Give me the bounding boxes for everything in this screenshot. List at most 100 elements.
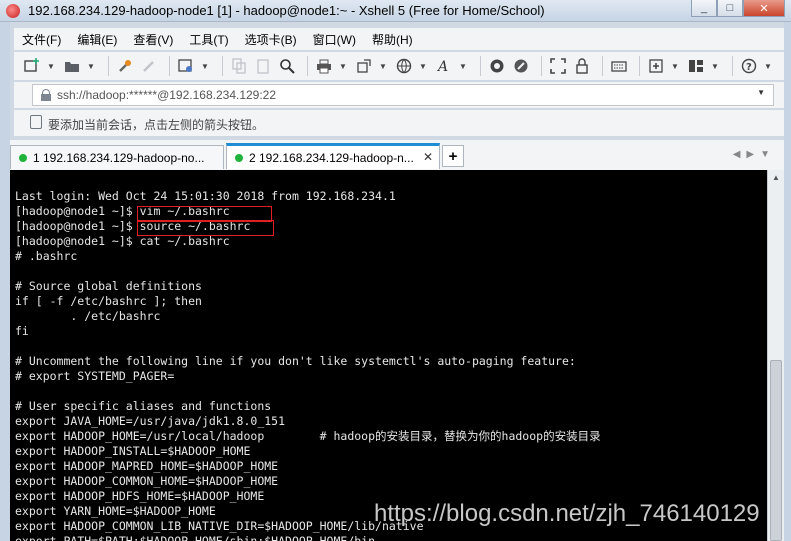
terminal-panel[interactable]: Last login: Wed Oct 24 15:01:30 2018 fro…	[10, 170, 767, 541]
terminal-line: # .bashrc	[15, 249, 78, 263]
toolbar-separator	[602, 56, 603, 76]
tab-label: 2 192.168.234.129-hadoop-n...	[249, 150, 414, 165]
terminal-output: Last login: Wed Oct 24 15:01:30 2018 fro…	[15, 189, 601, 541]
transfer-icon[interactable]	[354, 56, 374, 76]
chevron-down-icon[interactable]: ▼	[338, 56, 348, 76]
maximize-button[interactable]: □	[717, 0, 743, 17]
terminal-line: export PATH=$PATH:$HADOOP_HOME/sbin:$HAD…	[15, 534, 376, 541]
terminal-line: if [ -f /etc/bashrc ]; then	[15, 294, 202, 308]
terminal-line: [hadoop@node1 ~]$ vim ~/.bashrc	[15, 204, 230, 218]
scroll-up-icon[interactable]: ▲	[768, 170, 784, 186]
terminal-line: . /etc/bashrc	[15, 309, 161, 323]
terminal-line: export JAVA_HOME=/usr/java/jdk1.8.0_151	[15, 414, 286, 428]
help-icon[interactable]: ?	[739, 56, 759, 76]
globe-icon[interactable]	[394, 56, 414, 76]
window-controls: _ □ ✕	[691, 0, 785, 18]
menu-bar: 文件(F) 编辑(E) 查看(V) 工具(T) 选项卡(B) 窗口(W) 帮助(…	[14, 28, 784, 50]
toolbar-separator	[169, 56, 170, 76]
disconnect-icon[interactable]	[139, 56, 159, 76]
menu-file[interactable]: 文件(F)	[14, 31, 69, 48]
terminal-line: export HADOOP_INSTALL=$HADOOP_HOME	[15, 444, 251, 458]
properties-icon[interactable]	[176, 56, 196, 76]
terminal-line: Last login: Wed Oct 24 15:01:30 2018 fro…	[15, 189, 396, 203]
new-session-icon[interactable]	[22, 56, 42, 76]
window-title: 192.168.234.129-hadoop-node1 [1] - hadoo…	[28, 3, 545, 18]
terminal-line: # User specific aliases and functions	[15, 399, 272, 413]
scrollbar-thumb[interactable]	[770, 360, 782, 541]
toolbar-separator	[108, 56, 109, 76]
open-folder-icon[interactable]	[62, 56, 82, 76]
chevron-down-icon[interactable]: ▼	[86, 56, 96, 76]
terminal-line: # export SYSTEMD_PAGER=	[15, 369, 175, 383]
address-bar: ssh://hadoop:******@192.168.234.129:22 ▼	[14, 82, 784, 108]
new-tab-button[interactable]: +	[442, 145, 464, 167]
chevron-down-icon[interactable]: ▼	[418, 56, 428, 76]
keyboard-icon[interactable]	[609, 56, 629, 76]
menu-help[interactable]: 帮助(H)	[364, 31, 421, 48]
window-frame-left	[0, 22, 10, 541]
session-arrow-icon[interactable]	[30, 115, 42, 129]
chevron-down-icon[interactable]: ▼	[46, 56, 56, 76]
toolbar-separator	[222, 56, 223, 76]
xmanager-icon[interactable]	[511, 56, 531, 76]
lock-icon	[41, 89, 51, 101]
fullscreen-icon[interactable]	[548, 56, 568, 76]
menu-window[interactable]: 窗口(W)	[305, 31, 364, 48]
close-tab-icon[interactable]: ✕	[423, 150, 433, 164]
menu-view[interactable]: 查看(V)	[125, 31, 181, 48]
lock-icon[interactable]	[572, 56, 592, 76]
terminal-line: export HADOOP_COMMON_HOME=$HADOOP_HOME	[15, 474, 279, 488]
window-frame-right	[784, 22, 791, 541]
font-icon[interactable]: A	[434, 56, 454, 76]
hint-text: 要添加当前会话，点击左侧的箭头按钮。	[48, 118, 265, 132]
session-hint-bar: 要添加当前会话，点击左侧的箭头按钮。	[14, 110, 784, 136]
toolbar-separator	[480, 56, 481, 76]
toolbar-separator	[541, 56, 542, 76]
copy-icon[interactable]	[229, 56, 249, 76]
reconnect-icon[interactable]	[115, 56, 135, 76]
tab-session-1[interactable]: 1 192.168.234.129-hadoop-no...	[10, 145, 224, 169]
find-icon[interactable]	[277, 56, 297, 76]
paste-icon[interactable]	[253, 56, 273, 76]
tab-label: 1 192.168.234.129-hadoop-no...	[33, 150, 205, 165]
terminal-scrollbar[interactable]: ▲	[767, 170, 784, 541]
terminal-line: export HADOOP_MAPRED_HOME=$HADOOP_HOME	[15, 459, 279, 473]
connected-status-icon	[19, 153, 27, 162]
chevron-down-icon[interactable]: ▼	[378, 56, 388, 76]
tab-navigation-arrows[interactable]: ◀▶▼	[733, 149, 776, 160]
svg-text:?: ?	[746, 62, 752, 73]
print-icon[interactable]	[314, 56, 334, 76]
address-value: ssh://hadoop:******@192.168.234.129:22	[57, 88, 277, 102]
menu-tools[interactable]: 工具(T)	[181, 31, 236, 48]
connected-status-icon	[235, 153, 243, 162]
menu-tabs[interactable]: 选项卡(B)	[237, 31, 305, 48]
terminal-line: # Uncomment the following line if you do…	[15, 354, 576, 368]
toolbar: ▼ ▼ ▼ ▼ ▼ ▼ A ▼ ▼ ▼ ? ▼	[14, 52, 784, 80]
chevron-down-icon[interactable]: ▼	[757, 88, 765, 97]
chevron-down-icon[interactable]: ▼	[710, 56, 720, 76]
terminal-line: export HADOOP_HOME=/usr/local/hadoop # h…	[15, 429, 601, 443]
chevron-down-icon[interactable]: ▼	[763, 56, 773, 76]
menu-edit[interactable]: 编辑(E)	[69, 31, 125, 48]
tab-session-2[interactable]: 2 192.168.234.129-hadoop-n... ✕	[226, 143, 440, 169]
terminal-line: fi	[15, 324, 29, 338]
svg-text:A: A	[436, 59, 448, 74]
chevron-down-icon[interactable]: ▼	[200, 56, 210, 76]
add-icon[interactable]	[646, 56, 666, 76]
xshell-app-icon[interactable]	[6, 4, 20, 18]
toolbar-separator	[639, 56, 640, 76]
xftp-icon[interactable]	[487, 56, 507, 76]
minimize-button[interactable]: _	[691, 0, 717, 17]
toolbar-separator	[732, 56, 733, 76]
layout-icon[interactable]	[686, 56, 706, 76]
chevron-down-icon[interactable]: ▼	[458, 56, 468, 76]
address-input[interactable]: ssh://hadoop:******@192.168.234.129:22 ▼	[32, 84, 774, 106]
title-bar: 192.168.234.129-hadoop-node1 [1] - hadoo…	[0, 0, 791, 22]
terminal-line: # Source global definitions	[15, 279, 202, 293]
close-button[interactable]: ✕	[743, 0, 785, 17]
chevron-down-icon[interactable]: ▼	[670, 56, 680, 76]
terminal-line: [hadoop@node1 ~]$ cat ~/.bashrc	[15, 234, 230, 248]
